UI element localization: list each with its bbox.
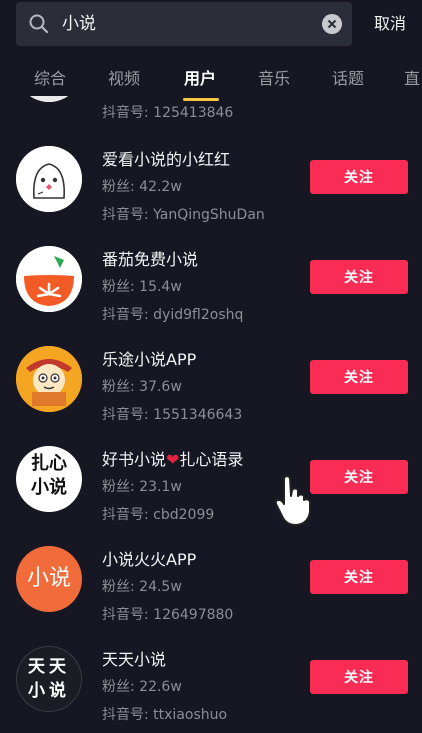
avatar-text: 小说 xyxy=(26,566,71,591)
fan-count: 粉丝: 22.6w xyxy=(102,679,182,695)
user-list[interactable]: 抖音号: 125413846 爱看小说的小红红 粉丝: 42.2w 抖音号: Y… xyxy=(0,96,422,733)
user-row[interactable]: 番茄免费小说 粉丝: 15.4w 抖音号: dyid9fl2oshq 关注 xyxy=(0,240,422,340)
follow-button[interactable]: 关注 xyxy=(310,560,408,594)
user-name[interactable]: 乐途小说APP xyxy=(102,346,196,370)
user-name[interactable]: 好书小说❤扎心语录 xyxy=(102,446,243,470)
follow-button[interactable]: 关注 xyxy=(310,260,408,294)
cartoon-reader-avatar-image xyxy=(16,346,82,412)
fan-count: 粉丝: 23.1w xyxy=(102,479,182,495)
follow-button[interactable]: 关注 xyxy=(310,360,408,394)
follow-button[interactable]: 关注 xyxy=(310,660,408,694)
avatar-text-line: 小说 xyxy=(28,681,70,701)
avatar[interactable] xyxy=(16,246,82,312)
avatar[interactable]: 小说 xyxy=(16,546,82,612)
follow-button[interactable]: 关注 xyxy=(310,460,408,494)
user-row[interactable]: 扎心 小说 好书小说❤扎心语录 粉丝: 23.1w 抖音号: cbd2099 关… xyxy=(0,440,422,540)
close-icon xyxy=(327,19,337,29)
douyin-id: 抖音号: 125413846 xyxy=(102,105,234,121)
douyin-id: 抖音号: cbd2099 xyxy=(102,507,215,523)
hand-pointer-icon xyxy=(274,475,311,526)
cancel-button[interactable]: 取消 xyxy=(362,2,418,46)
avatar-text-line: 天天 xyxy=(28,657,70,677)
app-screen: 取消 综合 视频 用户 音乐 话题 直 抖音号: 125413846 xyxy=(0,0,422,733)
avatar[interactable] xyxy=(16,346,82,412)
user-name[interactable]: 爱看小说的小红红 xyxy=(102,146,230,170)
douyin-id: 抖音号: dyid9fl2oshq xyxy=(102,307,244,323)
tomato-logo-image xyxy=(16,246,82,312)
user-row[interactable]: 爱看小说的小红红 粉丝: 42.2w 抖音号: YanQingShuDan 关注 xyxy=(0,140,422,240)
avatar-image xyxy=(16,96,82,102)
user-row[interactable]: 乐途小说APP 粉丝: 37.6w 抖音号: 1551346643 关注 xyxy=(0,340,422,440)
search-input[interactable] xyxy=(62,2,322,46)
avatar-text: 天天 小说 xyxy=(17,655,81,703)
avatar-text-line: 扎心 xyxy=(31,453,67,474)
ghost-avatar-image xyxy=(16,146,82,212)
search-icon xyxy=(29,14,49,34)
fan-count: 粉丝: 24.5w xyxy=(102,579,182,595)
user-row[interactable]: 抖音号: 125413846 xyxy=(0,96,422,136)
user-row[interactable]: 天天 小说 天天小说 粉丝: 22.6w 抖音号: ttxiaoshuo 关注 xyxy=(0,640,422,733)
douyin-id: 抖音号: 1551346643 xyxy=(102,407,243,423)
heart-icon: ❤ xyxy=(166,450,180,469)
fan-count: 粉丝: 15.4w xyxy=(102,279,182,295)
fan-count: 粉丝: 37.6w xyxy=(102,379,182,395)
avatar-text: 扎心 小说 xyxy=(16,452,82,500)
search-bar[interactable] xyxy=(16,2,352,46)
avatar[interactable]: 天天 小说 xyxy=(16,646,82,712)
avatar[interactable] xyxy=(16,146,82,212)
avatar-text-line: 小说 xyxy=(31,477,67,498)
douyin-id: 抖音号: YanQingShuDan xyxy=(102,207,265,223)
douyin-id: 抖音号: 126497880 xyxy=(102,607,234,623)
user-name[interactable]: 天天小说 xyxy=(102,646,166,670)
user-row[interactable]: 小说 小说火火APP 粉丝: 24.5w 抖音号: 126497880 关注 xyxy=(0,540,422,640)
user-name[interactable]: 小说火火APP xyxy=(102,546,196,570)
fan-count: 粉丝: 42.2w xyxy=(102,179,182,195)
user-name[interactable]: 番茄免费小说 xyxy=(102,246,198,270)
follow-button[interactable]: 关注 xyxy=(310,160,408,194)
user-name-prefix: 好书小说 xyxy=(102,450,167,469)
user-name-suffix: 扎心语录 xyxy=(179,450,244,469)
avatar[interactable] xyxy=(16,96,82,102)
douyin-id: 抖音号: ttxiaoshuo xyxy=(102,707,228,723)
clear-search-button[interactable] xyxy=(322,14,342,34)
avatar[interactable]: 扎心 小说 xyxy=(16,446,82,512)
